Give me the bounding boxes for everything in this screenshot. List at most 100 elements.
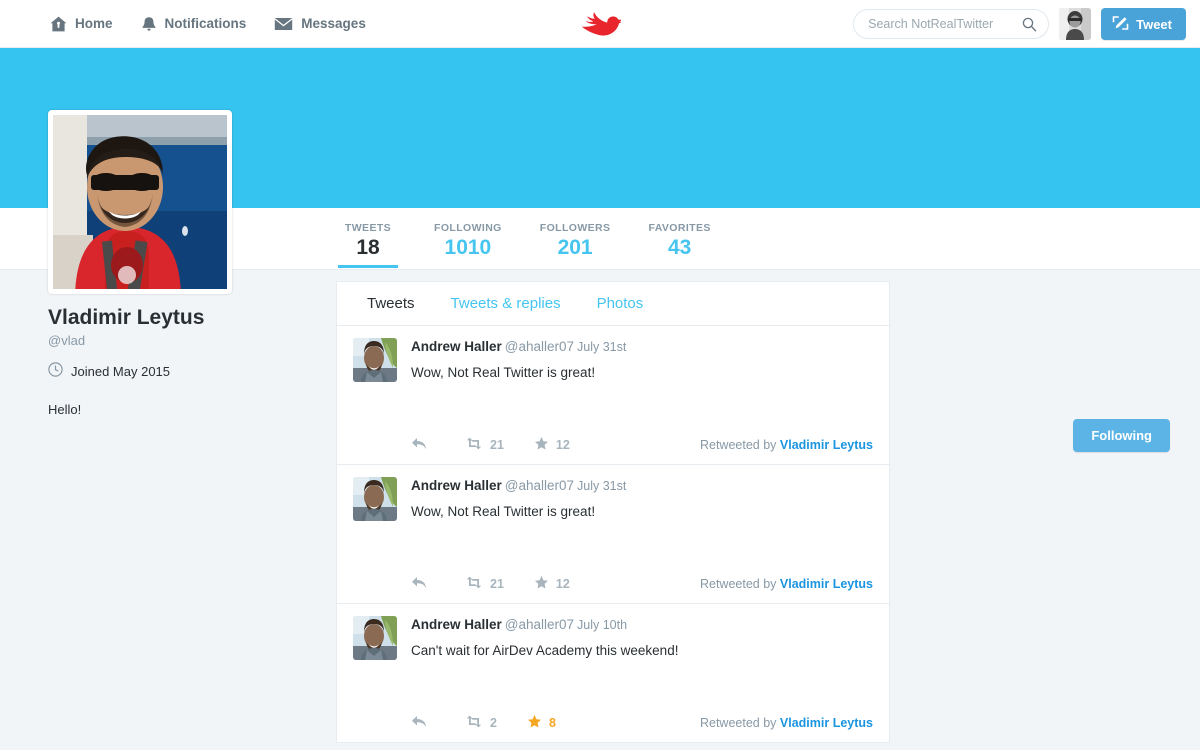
retweeted-by-prefix: Retweeted by [699,716,777,730]
tweet-author-handle[interactable]: @ahaller07 [505,478,574,493]
profile-bio: Hello! [48,402,82,418]
bird-logo-icon [579,11,621,37]
search-icon[interactable] [1022,17,1037,37]
tweet-meta: Andrew Haller @ahaller07 July 31st [411,478,873,494]
profile-joined: Joined May 2015 [48,362,308,380]
nav-label-notifications: Notifications [164,16,247,31]
stat-followers[interactable]: FOLLOWERS 201 [536,214,615,268]
bell-icon [141,16,157,32]
tweet-date[interactable]: July 31st [577,479,626,493]
tweet-item: Andrew Haller @ahaller07 July 31st Wow, No… [337,326,889,465]
stat-tweets[interactable]: TWEETS 18 [336,214,400,268]
stat-value-followers: 201 [557,236,593,259]
tweet-item: Andrew Haller @ahaller07 July 10th Can't w… [337,604,889,743]
retweet-count: 21 [490,577,504,591]
tweet-text: Wow, Not Real Twitter is great! [411,365,596,381]
tweet-button-label: Tweet [1136,16,1172,32]
envelope-icon [274,17,293,31]
profile-name: Vladimir Leytus [48,306,205,329]
tweet-actions: 2 8 Retweeted by Vladimir Leytus [411,714,873,732]
reply-icon [411,715,427,731]
reply-action[interactable] [411,576,427,592]
nav-item-home[interactable]: Home [50,16,113,32]
retweet-count: 2 [490,716,497,730]
tab-photos[interactable]: Photos [579,282,662,325]
stat-label-following: FOLLOWING [434,222,502,234]
tweet-author-name[interactable]: Andrew Haller [411,478,502,493]
retweeted-by-prefix: Retweeted by [699,438,777,452]
search-input[interactable] [854,10,1049,38]
stat-label-favorites: FAVORITES [648,222,711,234]
retweet-icon [465,715,483,731]
tweet-body: Andrew Haller @ahaller07 July 10th Can't w… [411,616,873,660]
nav-item-messages[interactable]: Messages [274,16,366,31]
tweet-author-avatar[interactable] [353,616,397,660]
retweet-action[interactable]: 21 [465,437,504,453]
nav-right-group: Tweet [853,0,1186,48]
favorite-count: 12 [555,438,570,452]
favorite-action[interactable]: 8 [527,714,556,732]
stat-value-following: 1010 [444,236,492,259]
reply-icon [411,437,427,453]
top-navigation-bar: Home Notifications Messages Search NotRe… [0,0,1200,48]
reply-icon [411,576,427,592]
stat-favorites[interactable]: FAVORITES 43 [644,214,714,268]
profile-joined-label: Joined May 2015 [71,363,171,379]
stat-label-followers: FOLLOWERS [539,222,611,234]
account-avatar[interactable] [1059,8,1092,40]
retweet-icon [465,576,483,592]
tweet-date[interactable]: July 10th [577,618,627,632]
reply-action[interactable] [411,715,427,731]
stat-value-favorites: 43 [667,236,692,259]
retweeted-by-name[interactable]: Vladimir Leytus [780,438,873,452]
profile-photo[interactable] [48,110,232,294]
timeline-tabs: Tweets Tweets & replies Photos [337,282,889,326]
retweeted-by: Retweeted by Vladimir Leytus [700,577,873,591]
tweet-header: Andrew Haller @ahaller07 July 31st Wow, No… [353,338,873,382]
retweet-count: 21 [490,438,504,452]
tweet-author-avatar[interactable] [353,338,397,382]
tweet-button[interactable]: Tweet [1101,8,1186,40]
tweet-text: Can't wait for AirDev Academy this weeke… [411,643,679,659]
stat-following[interactable]: FOLLOWING 1010 [430,214,506,268]
home-icon [50,16,67,32]
following-button[interactable]: Following [1073,419,1170,452]
tab-tweets-and-replies[interactable]: Tweets & replies [433,282,579,325]
nav-item-notifications[interactable]: Notifications [141,16,247,32]
favorite-count: 8 [548,716,556,730]
search-box[interactable] [853,9,1050,39]
primary-nav: Home Notifications Messages [50,16,366,32]
tweet-author-name[interactable]: Andrew Haller [411,339,502,354]
favorite-action[interactable]: 12 [534,575,570,593]
stats-list: TWEETS 18 FOLLOWING 1010 FOLLOWERS 201 F… [336,214,745,268]
retweeted-by: Retweeted by Vladimir Leytus [700,716,873,730]
star-icon [534,575,549,593]
clock-icon [48,362,63,380]
nav-label-messages: Messages [301,16,366,31]
tweet-author-name[interactable]: Andrew Haller [411,617,502,632]
tweet-author-handle[interactable]: @ahaller07 [505,617,574,632]
tweet-author-avatar[interactable] [353,477,397,521]
retweeted-by: Retweeted by Vladimir Leytus [700,438,873,452]
retweet-action[interactable]: 21 [465,576,504,592]
nav-label-home: Home [75,16,113,31]
profile-info: Vladimir Leytus @vlad Joined May 2015 He… [48,305,308,417]
star-icon [534,436,549,454]
favorite-count: 12 [555,577,570,591]
tweet-author-handle[interactable]: @ahaller07 [505,339,574,354]
tab-tweets[interactable]: Tweets [337,282,433,325]
retweeted-by-name[interactable]: Vladimir Leytus [780,716,873,730]
tweet-meta: Andrew Haller @ahaller07 July 10th [411,617,873,633]
stat-value-tweets: 18 [356,236,380,259]
tweet-actions: 21 12 Retweeted by Vladimir Leytus [411,575,873,593]
reply-action[interactable] [411,437,427,453]
favorite-action[interactable]: 12 [534,436,570,454]
retweet-action[interactable]: 2 [465,715,497,731]
tweet-body: Andrew Haller @ahaller07 July 31st Wow, No… [411,338,873,382]
retweeted-by-prefix: Retweeted by [699,577,777,591]
star-icon [527,714,542,732]
tweet-text: Wow, Not Real Twitter is great! [411,504,596,520]
retweeted-by-name[interactable]: Vladimir Leytus [780,577,873,591]
tweet-date[interactable]: July 31st [577,340,626,354]
tweet-item: Andrew Haller @ahaller07 July 31st Wow, No… [337,465,889,604]
